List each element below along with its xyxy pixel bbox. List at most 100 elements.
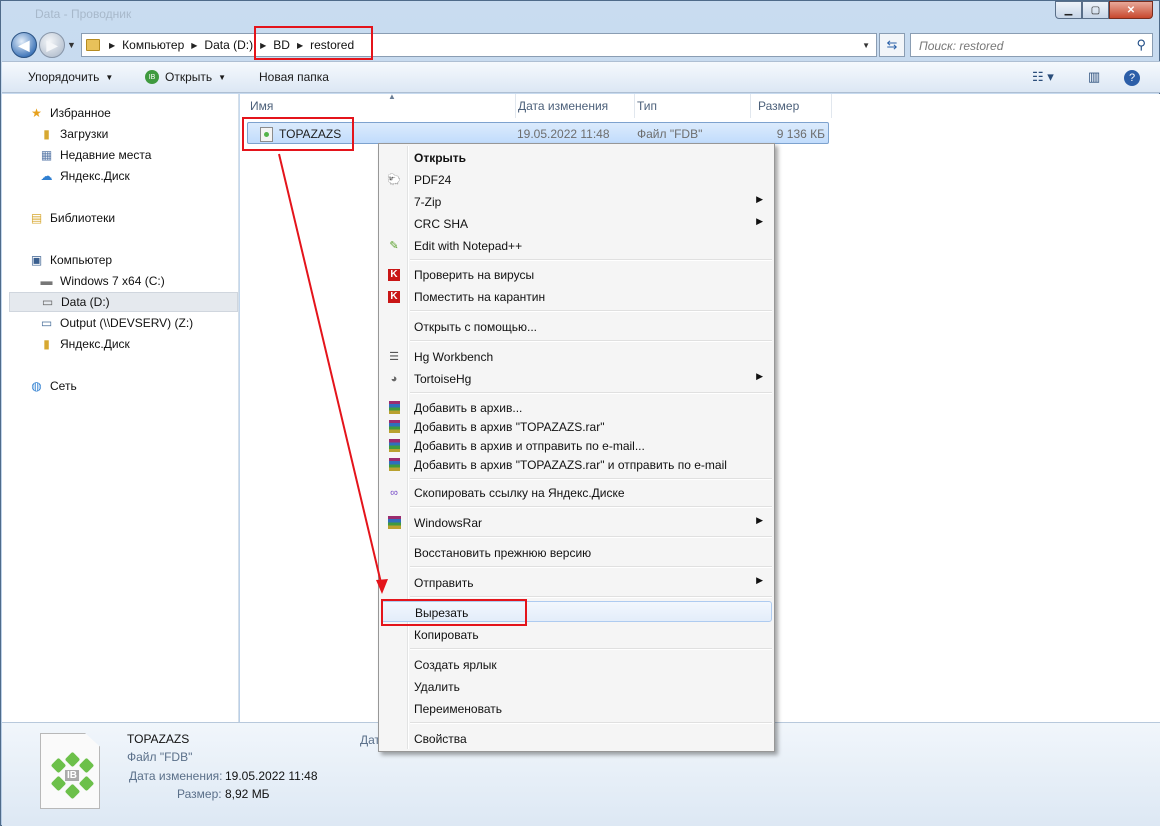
chevron-right-icon[interactable]: ▶ (106, 41, 118, 50)
open-label: Открыть (165, 70, 213, 84)
menu-separator (410, 310, 772, 312)
menu-item-notepad[interactable]: ✎ Edit with Notepad++ (381, 235, 772, 256)
address-dropdown-icon[interactable]: ▼ (856, 41, 876, 50)
column-header-date[interactable]: Дата изменения (517, 94, 635, 118)
menu-item-restore-version[interactable]: Восстановить прежнюю версию (381, 542, 772, 563)
menu-item-add-archive[interactable]: Добавить в архив... (381, 397, 772, 418)
nav-favorites[interactable]: ★ Избранное (29, 103, 229, 123)
submenu-arrow-icon: ▶ (756, 216, 763, 226)
menu-item-rename[interactable]: Переименовать (381, 698, 772, 719)
explorer-window: Data - Проводник ▁ ▢ ✕ ◀ ▶ ▼ ▶ Компьютер… (0, 0, 1160, 826)
menu-item-add-email[interactable]: Добавить в архив и отправить по e-mail..… (381, 435, 772, 456)
nav-label: Библиотеки (50, 211, 116, 225)
menu-separator (410, 340, 772, 342)
recent-places-icon: ▦ (40, 148, 53, 162)
chevron-down-icon: ▼ (105, 72, 114, 82)
menu-separator (410, 536, 772, 538)
winrar-icon (386, 438, 402, 453)
search-input[interactable]: Поиск: restored ⚲ (910, 33, 1153, 57)
maximize-button[interactable]: ▢ (1082, 1, 1109, 19)
details-size-value: 8,92 МБ (225, 787, 270, 801)
nav-recent[interactable]: ▦ Недавние места (39, 145, 229, 165)
menu-item-scan[interactable]: K Проверить на вирусы (381, 264, 772, 285)
menu-item-copy[interactable]: Копировать (381, 624, 772, 645)
back-button[interactable]: ◀ (11, 32, 37, 58)
menu-item-add-rar[interactable]: Добавить в архив "TOPAZAZS.rar" (381, 416, 772, 437)
recent-pages-dropdown[interactable]: ▼ (67, 40, 76, 50)
link-icon: ∞ (390, 486, 398, 499)
menu-item-open[interactable]: Открыть (381, 147, 772, 168)
nav-downloads[interactable]: ▮ Загрузки (39, 124, 229, 144)
column-header-type[interactable]: Тип (637, 94, 751, 118)
breadcrumb-data-d[interactable]: Data (D:) (200, 34, 257, 56)
nav-computer[interactable]: ▣ Компьютер (29, 250, 229, 270)
nav-drive-c[interactable]: ▬ Windows 7 x64 (C:) (39, 271, 229, 291)
arrow-left-icon: ◀ (18, 36, 30, 53)
menu-item-send-to[interactable]: Отправить ▶ (381, 572, 772, 593)
column-label: Размер (758, 99, 800, 113)
chevron-right-icon[interactable]: ▶ (188, 41, 200, 50)
menu-label: Скопировать ссылку на Яндекс.Диске (414, 486, 625, 500)
kaspersky-icon: K (386, 267, 402, 282)
menu-label: Удалить (414, 680, 460, 694)
column-label: Дата изменения (518, 99, 609, 113)
yandex-disk-icon: ☁ (40, 169, 53, 183)
menu-item-delete[interactable]: Удалить (381, 676, 772, 697)
organize-button[interactable]: Упорядочить ▼ (28, 70, 113, 84)
menu-item-windowsrar[interactable]: WindowsRar ▶ (381, 512, 772, 533)
nav-yadisk[interactable]: ▮ Яндекс.Диск (39, 334, 229, 354)
preview-pane-icon[interactable]: ▥ (1088, 69, 1100, 85)
refresh-icon: ⇆ (886, 37, 898, 52)
yandex-folder-icon: ▮ (43, 337, 50, 351)
menu-item-quarantine[interactable]: K Поместить на карантин (381, 286, 772, 307)
search-icon[interactable]: ⚲ (1136, 37, 1146, 53)
nav-label: Output (\\DEVSERV) (Z:) (60, 316, 194, 330)
nav-label: Избранное (50, 106, 111, 120)
menu-label: Переименовать (414, 702, 502, 716)
menu-item-7zip[interactable]: 7-Zip ▶ (381, 191, 772, 212)
address-bar[interactable]: ▶ Компьютер ▶ Data (D:) ▶ BD ▶ restored … (81, 33, 877, 57)
nav-yadisk-fav[interactable]: ☁ Яндекс.Диск (39, 166, 229, 186)
open-button[interactable]: IB Открыть ▼ (145, 70, 226, 84)
submenu-arrow-icon: ▶ (756, 371, 763, 381)
column-label: Тип (637, 99, 658, 113)
submenu-arrow-icon: ▶ (756, 575, 763, 585)
menu-item-add-rar-email[interactable]: Добавить в архив "TOPAZAZS.rar" и отправ… (381, 454, 772, 475)
minimize-button[interactable]: ▁ (1055, 1, 1082, 19)
window-title: Data - Проводник (35, 7, 132, 21)
sort-ascending-icon: ▲ (388, 92, 396, 101)
breadcrumb-computer[interactable]: Компьютер (118, 34, 188, 56)
help-icon[interactable]: ? (1124, 70, 1140, 86)
refresh-button[interactable]: ⇆ (879, 33, 905, 57)
chevron-down-icon: ▼ (218, 72, 227, 82)
menu-item-tortoisehg[interactable]: ◕ TortoiseHg ▶ (381, 368, 772, 389)
column-header-name[interactable]: ▲ Имя (250, 92, 516, 118)
details-size-label: Размер: (177, 787, 222, 801)
menu-item-hg-workbench[interactable]: ☰ Hg Workbench (381, 346, 772, 367)
menu-item-copy-yadisk-link[interactable]: ∞ Скопировать ссылку на Яндекс.Диске (381, 482, 772, 503)
menu-item-pdf24[interactable]: 🐑 PDF24 (381, 169, 772, 190)
nav-network[interactable]: ◍ Сеть (29, 376, 229, 396)
new-folder-button[interactable]: Новая папка (259, 70, 329, 84)
column-header-size[interactable]: Размер (758, 94, 832, 118)
view-options-icon[interactable]: ☷ ▾ (1032, 69, 1054, 85)
menu-label: Поместить на карантин (414, 290, 546, 304)
downloads-folder-icon: ▮ (43, 127, 50, 141)
submenu-arrow-icon: ▶ (756, 194, 763, 204)
menu-separator (410, 478, 772, 480)
close-button[interactable]: ✕ (1109, 1, 1153, 19)
menu-item-crc-sha[interactable]: CRC SHA ▶ (381, 213, 772, 234)
menu-label: Восстановить прежнюю версию (414, 546, 592, 560)
nav-drive-d[interactable]: ▭ Data (D:) (9, 292, 238, 312)
system-drive-icon: ▬ (40, 274, 53, 288)
submenu-arrow-icon: ▶ (756, 515, 763, 525)
file-size: 9 136 КБ (776, 127, 825, 141)
command-bar: Упорядочить ▼ IB Открыть ▼ Новая папка ☷ ▾… (2, 61, 1160, 93)
menu-label: 7-Zip (414, 195, 442, 209)
menu-item-create-shortcut[interactable]: Создать ярлык (381, 654, 772, 675)
forward-button[interactable]: ▶ (39, 32, 65, 58)
menu-item-properties[interactable]: Свойства (381, 728, 772, 749)
nav-libraries[interactable]: ▤ Библиотеки (29, 208, 229, 228)
nav-drive-z[interactable]: ▭ Output (\\DEVSERV) (Z:) (39, 313, 238, 333)
menu-item-open-with[interactable]: Открыть с помощью... (381, 316, 772, 337)
